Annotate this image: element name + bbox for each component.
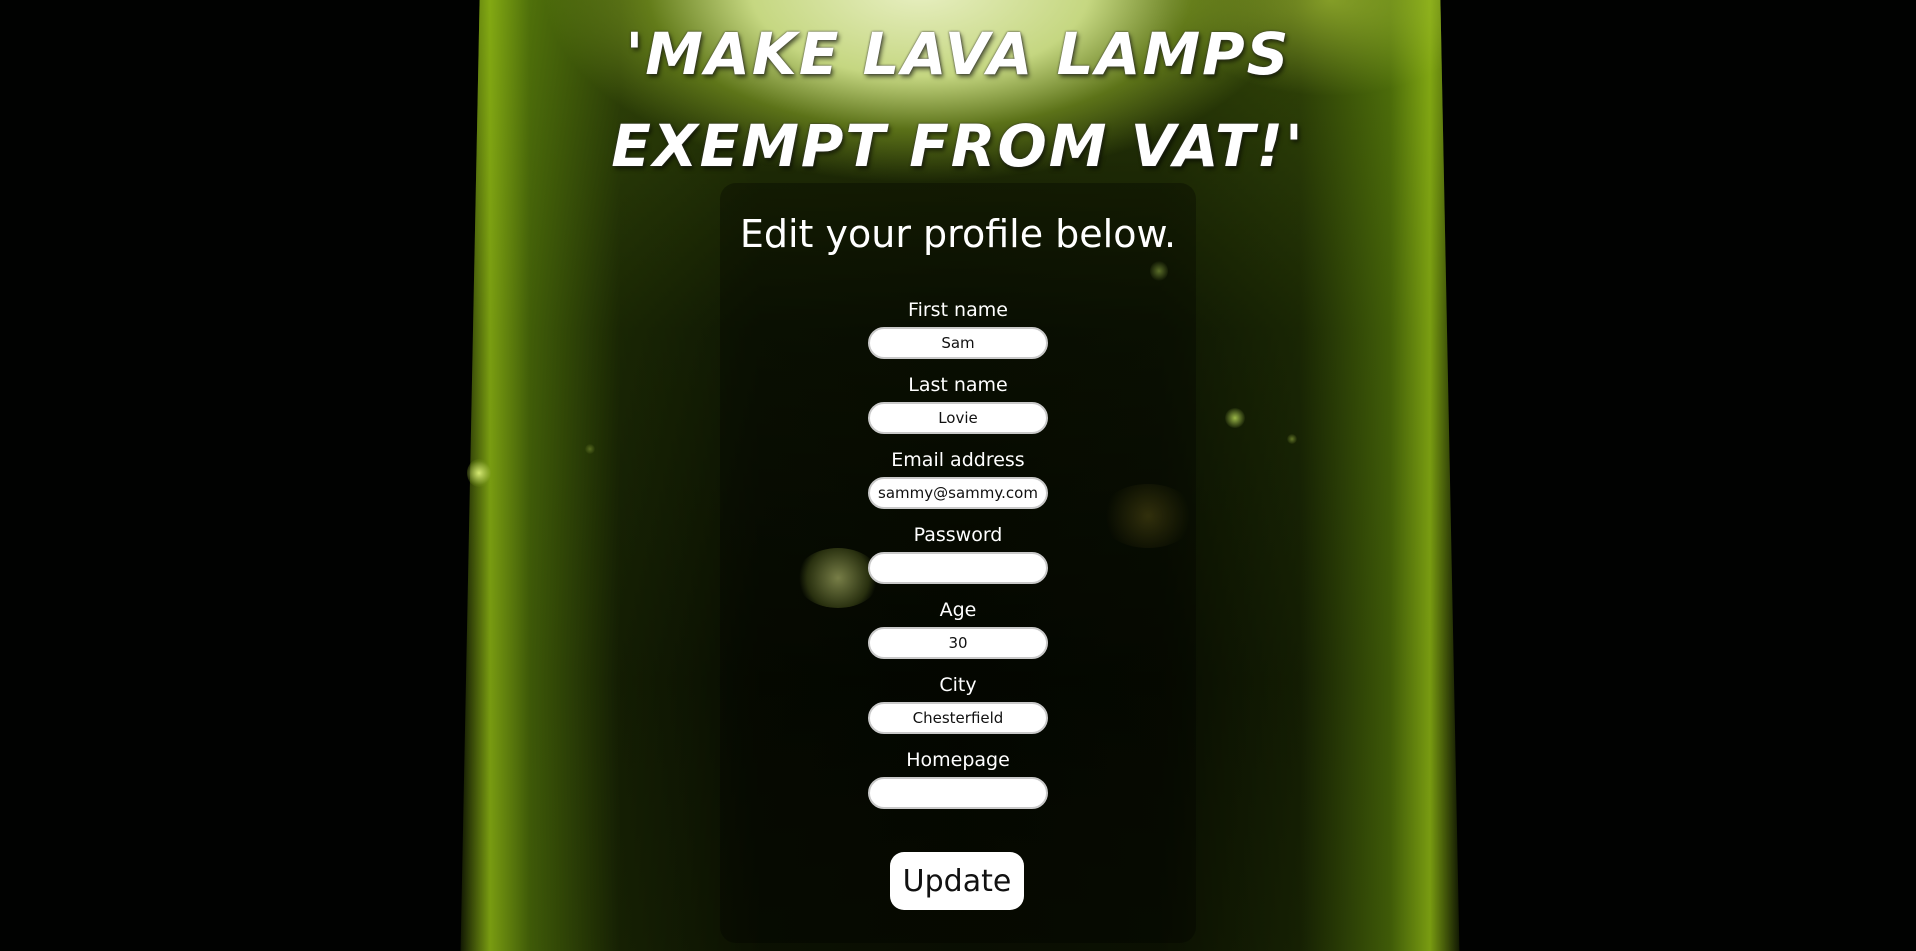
city-field: City	[858, 673, 1058, 734]
age-field: Age	[858, 598, 1058, 659]
last-name-field: Last name	[858, 373, 1058, 434]
last-name-label: Last name	[908, 374, 1008, 396]
email-field: Email address	[858, 448, 1058, 509]
page-title: 'Make lava lamps exempt from VAT!'	[0, 8, 1916, 192]
email-input[interactable]	[868, 477, 1048, 509]
email-label: Email address	[891, 449, 1025, 471]
city-input[interactable]	[868, 702, 1048, 734]
update-button[interactable]: Update	[890, 852, 1024, 910]
homepage-field: Homepage	[858, 748, 1058, 809]
lava-bubble	[1287, 434, 1297, 444]
title-line-1: 'Make lava lamps	[625, 20, 1291, 88]
title-line-2: exempt from VAT!'	[611, 112, 1305, 180]
homepage-input[interactable]	[868, 777, 1048, 809]
lava-bubble	[585, 444, 595, 454]
first-name-label: First name	[908, 299, 1008, 321]
password-input[interactable]	[868, 552, 1048, 584]
first-name-field: First name	[858, 298, 1058, 359]
last-name-input[interactable]	[868, 402, 1048, 434]
city-label: City	[939, 674, 977, 696]
password-label: Password	[913, 524, 1003, 546]
lava-bubble	[467, 459, 491, 487]
form-heading: Edit your profile below.	[739, 212, 1177, 256]
age-label: Age	[939, 599, 977, 621]
first-name-input[interactable]	[868, 327, 1048, 359]
homepage-label: Homepage	[906, 749, 1010, 771]
lava-bubble	[1225, 408, 1245, 428]
age-input[interactable]	[868, 627, 1048, 659]
password-field: Password	[858, 523, 1058, 584]
